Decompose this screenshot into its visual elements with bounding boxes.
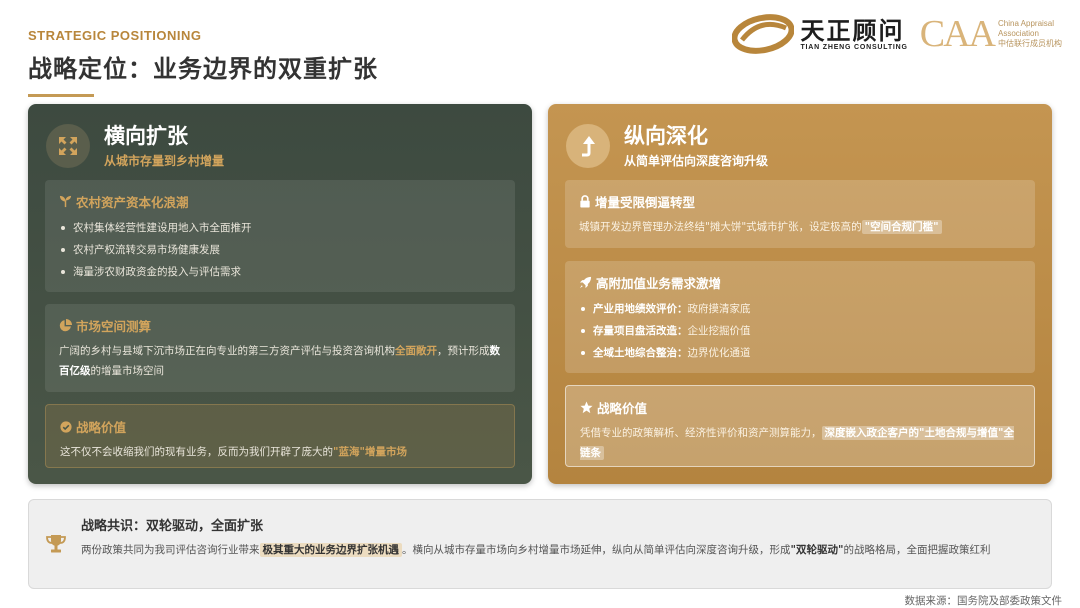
market-sizing-box: 市场空间测算 广阔的乡村与县域下沉市场正在向专业的第三方资产评估与投资咨询机构全… [45,304,515,392]
caa-mark: CAA [919,13,996,55]
transformation-text: 城镇开发边界管理办法终结"摊大饼"式城市扩张，设定极高的 "空间合规门槛" [579,217,1021,237]
logo-group: 天正顾问 TIAN ZHENG CONSULTING CAA China App… [732,14,1062,54]
strategic-consensus-panel: 战略共识：双轮驱动，全面扩张 两份政策共同为我司评估咨询行业带来 极其重大的业务边… [28,499,1052,589]
rural-capitalization-box: 农村资产资本化浪潮 农村集体经营性建设用地入市全面推开 农村产权流转交易市场健康… [45,180,515,292]
high-value-demand-box: 高附加值业务需求激增 产业用地绩效评价：政府摸清家底 存量项目盘活改造：企业挖掘… [565,261,1035,373]
page-title: 战略定位：业务边界的双重扩张 [28,55,378,83]
strategic-value-text: 凭借专业的政策解析、经济性评价和资产测算能力， 深度嵌入政企客户的"土地合规与增值… [580,426,1014,460]
tianzheng-logo: 天正顾问 TIAN ZHENG CONSULTING [732,14,907,54]
caa-chinese: 中估联行成员机构 [998,39,1062,48]
card-subtitle: 从简单评估向深度咨询升级 [624,154,769,168]
highlight-text: 全面敞开 [395,345,437,357]
level-up-arrow-icon [566,123,610,168]
strategic-value-box: 战略价值 凭借专业的政策解析、经济性评价和资产测算能力， 深度嵌入政企客户的"土地… [565,385,1035,467]
rural-bullet-list: 农村集体经营性建设用地入市全面推开 农村产权流转交易市场健康发展 海量涉农财政资… [59,217,501,283]
market-sizing-text: 广阔的乡村与县域下沉市场正在向专业的第三方资产评估与投资咨询机构全面敞开，预计形… [59,345,500,377]
list-item: 农村集体经营性建设用地入市全面推开 [59,217,501,239]
rocket-icon [579,276,592,289]
transformation-pressure-box: 增量受限倒逼转型 城镇开发边界管理办法终结"摊大饼"式城市扩张，设定极高的 "空间… [565,180,1035,248]
card-title: 横向扩张 [104,124,188,148]
highlight-text: "双轮驱动" [790,544,844,556]
horizontal-expansion-card: 横向扩张 从城市存量到乡村增量 农村资产资本化浪潮 农村集体经营性建设用地入市全… [28,104,532,484]
caa-english-2: Association [998,29,1039,38]
lock-icon [580,195,590,208]
highlight-chip: "空间合规门槛" [861,220,942,234]
card-header: 纵向深化 从简单评估向深度咨询升级 [566,122,768,169]
strategic-value-box: 战略价值 这不仅不会收缩我们的现有业务，反而为我们开辟了庞大的"蓝海"增量市场 [45,404,515,468]
list-item: 农村产权流转交易市场健康发展 [59,239,501,261]
tianzheng-name: 天正顾问 [800,16,905,45]
list-item: 产业用地绩效评价：政府摸清家底 [579,298,1021,320]
highlight-text: "蓝海"增量市场 [333,446,407,458]
list-item: 海量涉农财政资金的投入与评估需求 [59,261,501,283]
box-title: 战略价值 [76,420,127,435]
card-subtitle: 从城市存量到乡村增量 [104,154,225,168]
header: STRATEGIC POSITIONING 战略定位：业务边界的双重扩张 [28,28,378,97]
box-title: 增量受限倒逼转型 [595,195,696,210]
pie-chart-icon [59,319,72,332]
title-underline [28,94,94,97]
strategic-value-text: 这不仅不会收缩我们的现有业务，反而为我们开辟了庞大的"蓝海"增量市场 [60,446,407,458]
card-header: 横向扩张 从城市存量到乡村增量 [46,122,224,169]
check-circle-icon [60,420,72,433]
tianzheng-english: TIAN ZHENG CONSULTING [800,43,908,51]
list-item: 全域土地综合整治：边界优化通道 [579,342,1021,364]
box-title: 农村资产资本化浪潮 [76,195,189,210]
trophy-icon [46,535,66,553]
caa-logo: CAA China Appraisal Association 中估联行成员机构 [920,14,1062,54]
expand-arrows-icon [46,123,90,168]
box-title: 市场空间测算 [76,319,152,334]
consensus-text: 两份政策共同为我司评估咨询行业带来 极其重大的业务边界扩张机遇 。横向从城市存量市场… [81,543,991,557]
sprout-icon [59,195,72,208]
data-source-note: 数据来源：国务院及部委政策文件 [904,595,1063,607]
vertical-deepening-card: 纵向深化 从简单评估向深度咨询升级 增量受限倒逼转型 城镇开发边界管理办法终结"… [548,104,1052,484]
demand-bullet-list: 产业用地绩效评价：政府摸清家底 存量项目盘活改造：企业挖掘价值 全域土地综合整治… [579,298,1021,364]
highlight-chip: 极其重大的业务边界扩张机遇 [259,543,402,557]
box-title: 高附加值业务需求激增 [596,276,722,291]
eyebrow-label: STRATEGIC POSITIONING [28,28,202,43]
tianzheng-swirl-icon [732,14,795,54]
card-title: 纵向深化 [624,124,708,148]
list-item: 存量项目盘活改造：企业挖掘价值 [579,320,1021,342]
caa-english-1: China Appraisal [998,19,1055,28]
star-icon [580,401,593,414]
box-title: 战略价值 [597,401,648,416]
consensus-title: 战略共识：双轮驱动，全面扩张 [81,519,264,534]
